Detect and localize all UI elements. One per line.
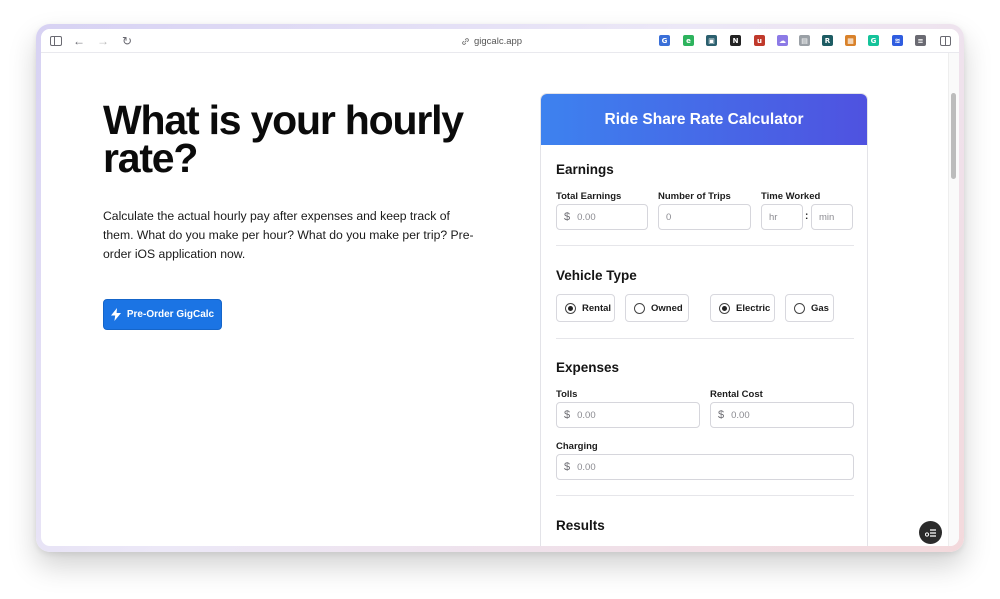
charging-input[interactable]: $ 0.00 [556,454,854,480]
currency-symbol: $ [564,409,571,421]
total-earnings-placeholder: 0.00 [577,211,596,223]
number-of-trips-label: Number of Trips [658,191,731,202]
charging-placeholder: 0.00 [577,461,596,473]
hero-title: What is your hourly rate? [103,97,464,181]
minutes-placeholder: min [819,211,835,223]
forward-icon[interactable]: → [96,34,110,48]
total-earnings-label: Total Earnings [556,191,622,202]
back-icon[interactable]: ← [72,34,86,48]
owned-radio-label: Owned [651,302,683,314]
menu-icon [924,529,936,537]
section-divider [556,338,854,339]
tolls-label: Tolls [556,389,578,400]
tolls-placeholder: 0.00 [577,409,596,421]
grammarly-icon[interactable]: G [868,35,879,46]
reload-icon[interactable]: ↻ [120,34,134,48]
rental-radio-label: Rental [582,302,612,314]
results-heading: Results [556,518,605,533]
number-of-trips-input[interactable]: 0 [658,204,751,230]
radio-indicator [565,302,576,314]
cloud-ext-icon[interactable]: ☁ [777,35,788,46]
radio-indicator [719,302,730,314]
photo-icon[interactable]: ▣ [706,35,717,46]
rental-radio[interactable]: Rental [556,294,615,322]
hours-input[interactable]: hr [761,204,803,230]
scrollbar-thumb[interactable] [951,93,956,179]
currency-symbol: $ [564,211,571,223]
trips-placeholder: 0 [666,211,672,223]
electric-radio[interactable]: Electric [710,294,775,322]
total-earnings-input[interactable]: $ 0.00 [556,204,648,230]
rental-cost-label: Rental Cost [710,389,763,400]
hours-placeholder: hr [769,211,778,223]
owned-radio[interactable]: Owned [625,294,689,322]
page-ext-icon[interactable]: ▤ [799,35,810,46]
page-scrollbar[interactable] [948,53,959,546]
evernote-icon[interactable]: e [683,35,694,46]
rental-cost-input[interactable]: $ 0.00 [710,402,854,428]
floating-menu-button[interactable] [919,521,942,544]
rental-cost-placeholder: 0.00 [731,409,750,421]
lightning-icon [110,308,121,321]
browser-toolbar: ← → ↻ gigcalc.app G e ▣ N u ☁ ▤ R ▦ G ≋ … [41,29,959,53]
calculator-header: Ride Share Rate Calculator [541,94,867,145]
radio-indicator [794,302,805,314]
notes-ext-icon[interactable]: ≡ [915,35,926,46]
hero-description: Calculate the actual hourly pay after ex… [103,209,474,261]
pre-order-label: Pre-Order GigCalc [126,309,215,320]
translate-icon[interactable]: G [659,35,670,46]
audio-ext-icon[interactable]: ≋ [892,35,903,46]
minutes-input[interactable]: min [811,204,853,230]
browser-window: ← → ↻ gigcalc.app G e ▣ N u ☁ ▤ R ▦ G ≋ … [41,29,959,546]
calculator-card: Ride Share Rate Calculator Earnings Tota… [540,93,868,546]
time-separator: : [805,211,809,222]
expenses-heading: Expenses [556,360,620,375]
vehicle-type-heading: Vehicle Type [556,268,637,283]
address-bar[interactable]: gigcalc.app [461,34,522,48]
time-worked-label: Time Worked [761,191,821,202]
url-text: gigcalc.app [474,35,523,47]
tolls-input[interactable]: $ 0.00 [556,402,700,428]
currency-symbol: $ [718,409,725,421]
notion-icon[interactable]: N [730,35,741,46]
gas-radio[interactable]: Gas [785,294,834,322]
sidebar-toggle-icon[interactable] [49,34,63,48]
section-divider [556,245,854,246]
r-ext-icon[interactable]: R [822,35,833,46]
calculator-title: Ride Share Rate Calculator [604,110,804,128]
link-icon [462,37,469,45]
section-divider [556,495,854,496]
pre-order-button[interactable]: Pre-Order GigCalc [103,299,222,330]
radio-indicator [634,302,645,314]
currency-symbol: $ [564,461,571,473]
earnings-heading: Earnings [556,162,614,177]
electric-radio-label: Electric [736,302,771,314]
charging-label: Charging [556,441,598,452]
gas-radio-label: Gas [811,302,829,314]
split-view-icon[interactable] [938,34,952,48]
shield-ext-icon[interactable]: u [754,35,765,46]
box-ext-icon[interactable]: ▦ [845,35,856,46]
